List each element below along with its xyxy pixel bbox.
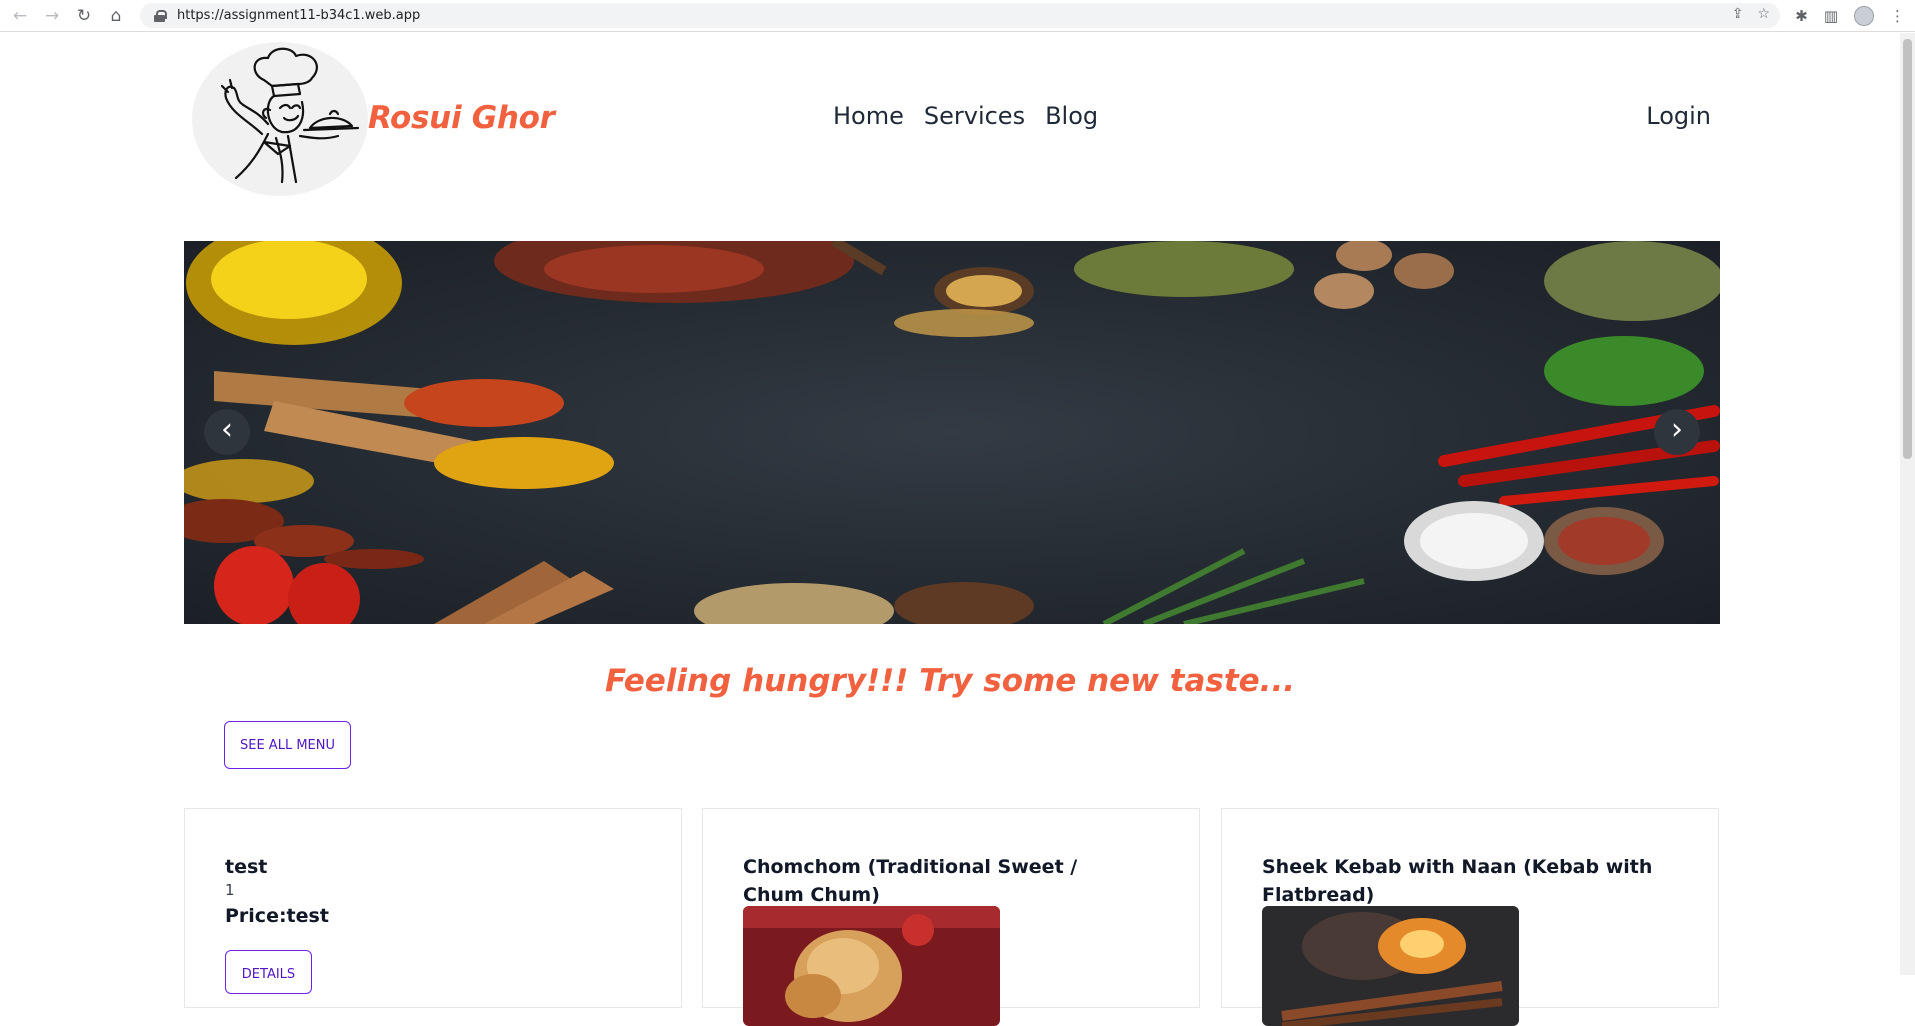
address-bar[interactable]: https://assignment11-b34c1.web.app ⇪ ☆ <box>140 3 1780 28</box>
service-card: Chomchom (Traditional Sweet / Chum Chum) <box>702 808 1200 1026</box>
reload-icon[interactable]: ↻ <box>68 2 100 30</box>
kebab-photo <box>1262 906 1519 1026</box>
see-all-menu-button[interactable]: SEE ALL MENU <box>224 721 351 769</box>
card-title: test <box>225 856 268 878</box>
sweet-photo <box>743 906 1000 1026</box>
share-icon[interactable]: ⇪ <box>1732 6 1744 22</box>
service-card: test 1 Price:test DETAILS <box>184 808 682 1008</box>
extensions-icon[interactable]: ✱ <box>1795 7 1808 25</box>
site-header: Rosui Ghor Home Services Blog Login <box>184 38 1720 198</box>
tagline: Feeling hungry!!! Try some new taste... <box>604 663 1295 699</box>
nav-blog-link[interactable]: Blog <box>1045 102 1098 130</box>
card-title: Chomchom (Traditional Sweet / Chum Chum) <box>743 856 1078 906</box>
service-card: Sheek Kebab with Naan (Kebab with Flatbr… <box>1221 808 1719 1026</box>
url-text[interactable]: https://assignment11-b34c1.web.app <box>177 8 420 23</box>
sheek-kebab-image[interactable] <box>1262 906 1519 1026</box>
brand-name[interactable]: Rosui Ghor <box>368 100 555 136</box>
login-link[interactable]: Login <box>1646 102 1711 130</box>
menu-kebab-icon[interactable]: ⋮ <box>1890 7 1905 25</box>
bookmark-star-icon[interactable]: ☆ <box>1757 6 1770 22</box>
forward-icon[interactable]: → <box>36 2 68 30</box>
chef-illustration-icon <box>220 47 360 184</box>
browser-toolbar: ← → ↻ ⌂ https://assignment11-b34c1.web.a… <box>0 0 1915 32</box>
carousel-next-button[interactable]: › <box>1654 409 1700 455</box>
chomchom-image[interactable] <box>743 906 1000 1026</box>
card-description: 1 <box>225 881 235 899</box>
carousel-prev-button[interactable]: ‹ <box>204 409 250 455</box>
card-title: Sheek Kebab with Naan (Kebab with Flatbr… <box>1262 856 1653 906</box>
scrollbar-thumb[interactable] <box>1903 39 1912 459</box>
chef-logo[interactable] <box>192 42 368 196</box>
side-panel-icon[interactable]: ▥ <box>1824 7 1838 25</box>
home-icon[interactable]: ⌂ <box>100 2 132 30</box>
spices-banner-image <box>184 241 1720 624</box>
profile-avatar[interactable] <box>1854 6 1874 26</box>
details-button[interactable]: DETAILS <box>225 950 312 994</box>
lock-icon[interactable] <box>154 9 167 22</box>
main-nav: Home Services Blog <box>833 102 1098 130</box>
nav-services-link[interactable]: Services <box>924 102 1025 130</box>
hero-carousel: ‹ › <box>184 241 1720 624</box>
page-scrollbar[interactable] <box>1900 33 1915 975</box>
back-icon[interactable]: ← <box>4 2 36 30</box>
card-price: Price:test <box>225 905 329 927</box>
nav-home-link[interactable]: Home <box>833 102 904 130</box>
